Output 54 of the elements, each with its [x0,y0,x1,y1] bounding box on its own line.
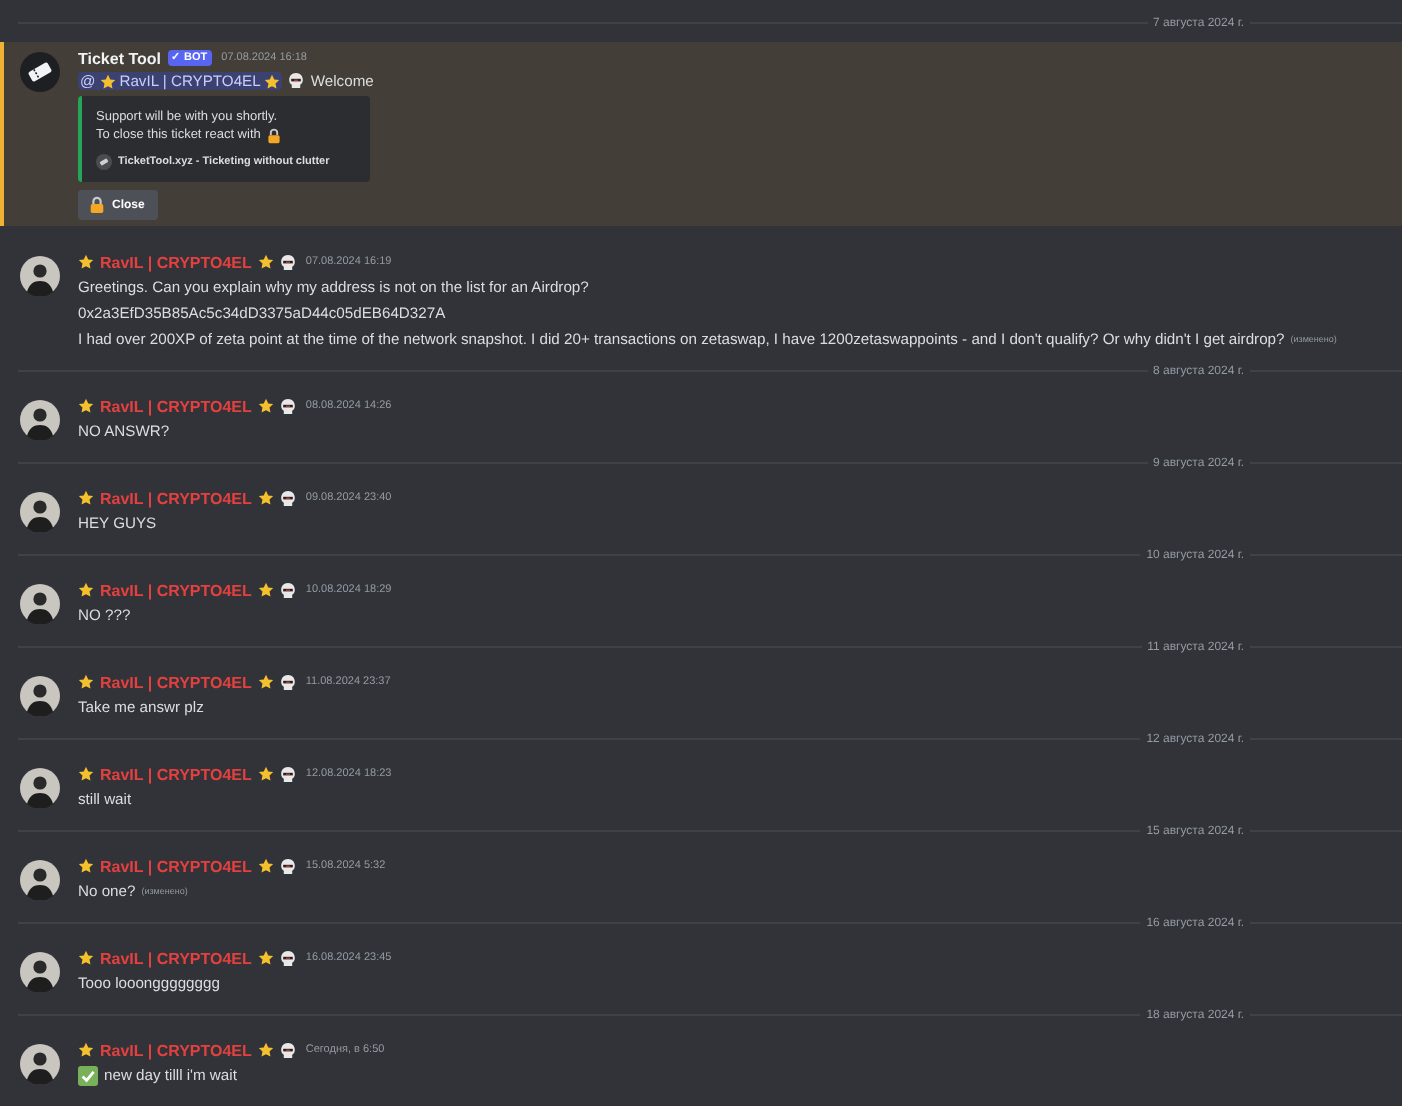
avatar[interactable] [20,768,60,808]
star-icon [257,858,274,874]
star-icon [78,398,94,414]
star-icon [78,1042,94,1058]
author-name[interactable]: RavIL | CRYPTO4EL [100,857,252,875]
footer-logo-icon [96,154,112,170]
star-icon [257,674,274,690]
skull-badge-icon [279,949,296,967]
author-name[interactable]: RavIL | CRYPTO4EL [100,1041,252,1059]
avatar[interactable] [20,676,60,716]
skull-badge-icon [279,765,296,783]
lock-icon [266,128,283,144]
skull-badge-icon [279,581,296,599]
author-name[interactable]: RavIL | CRYPTO4EL [100,949,252,967]
skull-badge-icon [279,673,296,691]
skull-badge-icon [279,397,296,415]
avatar[interactable] [20,400,60,440]
star-icon [78,674,94,690]
star-icon [78,766,94,782]
star-icon [78,858,94,874]
author-name[interactable]: RavIL | CRYPTO4EL [100,673,252,691]
star-icon [257,1042,274,1058]
bot-avatar[interactable] [20,52,60,92]
author-name[interactable]: RavIL | CRYPTO4EL [100,253,252,271]
star-icon [257,398,274,414]
star-icon [78,582,94,598]
skull-badge-icon [279,253,296,271]
star-icon [78,950,94,966]
author-name[interactable]: Ticket Tool [78,49,161,67]
skull-badge-icon [279,1041,296,1059]
star-icon [264,73,281,89]
lock-icon [88,196,106,214]
star-icon [257,582,274,598]
skull-badge-icon [279,489,296,507]
checkmark-icon [78,1065,98,1085]
star-icon [78,490,94,506]
author-name[interactable]: RavIL | CRYPTO4EL [100,397,252,415]
author-name[interactable]: RavIL | CRYPTO4EL [100,581,252,599]
avatar[interactable] [20,860,60,900]
author-name[interactable]: RavIL | CRYPTO4EL [100,489,252,507]
avatar[interactable] [20,952,60,992]
avatar[interactable] [20,492,60,532]
star-icon [257,950,274,966]
avatar[interactable] [20,584,60,624]
star-icon [257,766,274,782]
star-icon [257,490,274,506]
skull-badge-icon [279,857,296,875]
author-name[interactable]: RavIL | CRYPTO4EL [100,765,252,783]
star-icon [257,254,274,270]
star-icon [78,254,94,270]
avatar[interactable] [20,256,60,296]
avatar[interactable] [20,1044,60,1084]
star-icon [99,73,116,89]
skull-badge-icon [288,72,305,90]
